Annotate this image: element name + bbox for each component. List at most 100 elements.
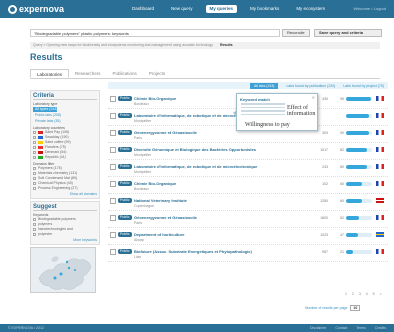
expernova-logo[interactable]: expernova xyxy=(8,4,64,14)
checkbox[interactable] xyxy=(110,96,116,102)
logo-text: expernova xyxy=(19,4,65,14)
breadcrumb: Query » Opening new maps for biodiversit… xyxy=(30,42,380,49)
tab-laboratories[interactable]: Laboratories xyxy=(30,69,70,78)
checkbox[interactable] xyxy=(33,228,36,231)
nav-my-ecosystem[interactable]: My ecosystem xyxy=(292,5,329,13)
checkbox[interactable] xyxy=(110,249,116,255)
relevance-bar xyxy=(346,250,372,254)
filter-by-publication[interactable]: Labs found by publication (220) xyxy=(286,84,335,88)
filter-all-labs[interactable]: All labs (243) xyxy=(250,82,279,89)
suggestion-item[interactable]: polyester xyxy=(33,232,97,237)
more-keywords-link[interactable]: More keywords xyxy=(33,238,97,242)
checkbox[interactable] xyxy=(33,167,36,170)
tab-projects[interactable]: Projects xyxy=(143,69,171,78)
lab-title[interactable]: Laboratoire d'Informatique, de robotique… xyxy=(134,164,289,169)
result-row[interactable]: Public National Veterinary Institute Copen… xyxy=(108,194,388,211)
nav-my-bookmarks[interactable]: My bookmarks xyxy=(246,5,283,13)
criteria-title: Criteria xyxy=(33,93,97,100)
user-menu[interactable]: Welcome • Logout xyxy=(354,6,386,11)
checkbox[interactable] xyxy=(33,233,36,236)
lab-title[interactable]: Diversité Génomique et Biologique des Ba… xyxy=(134,147,289,152)
checkbox[interactable] xyxy=(33,131,36,134)
lab-title[interactable]: National Veterinary Institute xyxy=(134,198,289,203)
checkbox[interactable] xyxy=(110,215,116,221)
checkbox[interactable] xyxy=(33,136,36,139)
pagination[interactable]: 1 2 3 4 5 > xyxy=(345,292,384,296)
suggest-title: Suggest xyxy=(33,204,97,211)
europe-map[interactable] xyxy=(30,247,96,293)
publication-count: 1023 xyxy=(320,233,328,237)
nav-dashboard[interactable]: Dashboard xyxy=(128,5,158,13)
show-all-domains-link[interactable]: Show all domains xyxy=(33,192,97,196)
result-row[interactable]: Public Géoenergyzonne et Géoasioscile Pari… xyxy=(108,211,388,228)
relevance-fill xyxy=(346,182,362,186)
checkbox[interactable] xyxy=(33,156,36,159)
tab-researchers[interactable]: Researchers xyxy=(69,69,107,78)
publication-count: 102 xyxy=(322,182,328,186)
result-row[interactable]: Public Biofuture (Assoc. Substrate Energe… xyxy=(108,245,388,262)
main-nav: Dashboard New query My queries My bookma… xyxy=(128,5,338,13)
public-badge: Public xyxy=(118,130,132,135)
footer-link[interactable]: Credits xyxy=(375,326,386,330)
lab-type-private[interactable]: Private labs (35) xyxy=(33,119,60,123)
result-row[interactable]: Public Department of horticulture Alnarp 10… xyxy=(108,228,388,245)
result-tabs: Laboratories Researchers Publications Pr… xyxy=(30,69,380,79)
popup-title: Keyword match xyxy=(240,97,270,102)
keyword-term[interactable]: Willingness to pay xyxy=(245,122,290,128)
checkbox[interactable] xyxy=(33,151,36,154)
checkbox[interactable] xyxy=(33,218,36,221)
results-per-page[interactable]: Number of results per page 10 xyxy=(305,305,361,311)
country-flag-icon xyxy=(376,198,384,203)
checkbox[interactable] xyxy=(110,198,116,204)
checkbox[interactable] xyxy=(33,182,36,185)
reconcile-button[interactable]: Reconcile xyxy=(282,29,310,37)
checkbox[interactable] xyxy=(110,181,116,187)
tab-publications[interactable]: Publications xyxy=(107,69,143,78)
score: 52 xyxy=(340,216,344,220)
checkbox[interactable] xyxy=(33,141,36,144)
checkbox[interactable] xyxy=(110,232,116,238)
save-query-button[interactable]: Save query and criteria xyxy=(314,29,382,37)
flag-icon xyxy=(38,141,43,144)
country-filter-item[interactable]: Republic (41) xyxy=(33,155,97,160)
checkbox[interactable] xyxy=(110,164,116,170)
nav-my-queries[interactable]: My queries xyxy=(205,5,238,13)
close-icon[interactable]: ✕ xyxy=(312,95,315,100)
publication-count: 243 xyxy=(322,165,328,169)
footer-link[interactable]: Contact xyxy=(335,326,347,330)
lab-title[interactable]: Chimie Bio-Organique xyxy=(134,181,289,186)
keyword-term[interactable]: Effect of information xyxy=(287,105,317,117)
checkbox[interactable] xyxy=(110,130,116,136)
nav-new-query[interactable]: New query xyxy=(167,5,197,13)
suggest-panel: Suggest Keywords Biodegradable polymers … xyxy=(30,201,100,245)
relevance-fill xyxy=(346,165,367,169)
checkbox[interactable] xyxy=(110,147,116,153)
publication-count: 957 xyxy=(322,250,328,254)
flag-icon xyxy=(38,151,43,154)
result-row[interactable]: Public Diversité Génomique et Biologique … xyxy=(108,143,388,160)
lab-type-public[interactable]: Public labs (208) xyxy=(33,113,61,117)
checkbox[interactable] xyxy=(33,223,36,226)
footer-link[interactable]: Terms xyxy=(356,326,366,330)
relevance-fill xyxy=(346,250,353,254)
per-page-select[interactable]: 10 xyxy=(350,305,361,311)
checkbox[interactable] xyxy=(33,187,36,190)
lab-title[interactable]: Biofuture (Assoc. Substrate Energetiques… xyxy=(134,249,289,254)
result-row[interactable]: Public Chimie Bio-Organique Bordeaux 102 60 xyxy=(108,177,388,194)
footer: © EXPERNOVA • 2012 Disclaimer Contact Te… xyxy=(0,324,394,332)
public-badge: Public xyxy=(118,181,132,186)
footer-link[interactable]: Disclaimer xyxy=(310,326,326,330)
flag-icon xyxy=(38,156,43,159)
result-row[interactable]: Public Laboratoire d'Informatique, de rob… xyxy=(108,160,388,177)
search-query-input[interactable]: "Biodegradable polymers" plastic polymer… xyxy=(30,29,280,37)
checkbox[interactable] xyxy=(110,113,116,119)
checkbox[interactable] xyxy=(33,172,36,175)
lab-title[interactable]: Department of horticulture xyxy=(134,232,289,237)
checkbox[interactable] xyxy=(33,146,36,149)
filter-by-project[interactable]: Labs found by project (75) xyxy=(343,84,384,88)
lab-title[interactable]: Géoenergyzonne et Géoasioscile xyxy=(134,215,289,220)
relevance-fill xyxy=(346,148,367,152)
checkbox[interactable] xyxy=(33,177,36,180)
domain-filter-item[interactable]: Process Engineering (27) xyxy=(33,186,97,191)
breadcrumb-path[interactable]: Query » Opening new maps for biodiversit… xyxy=(33,43,213,47)
